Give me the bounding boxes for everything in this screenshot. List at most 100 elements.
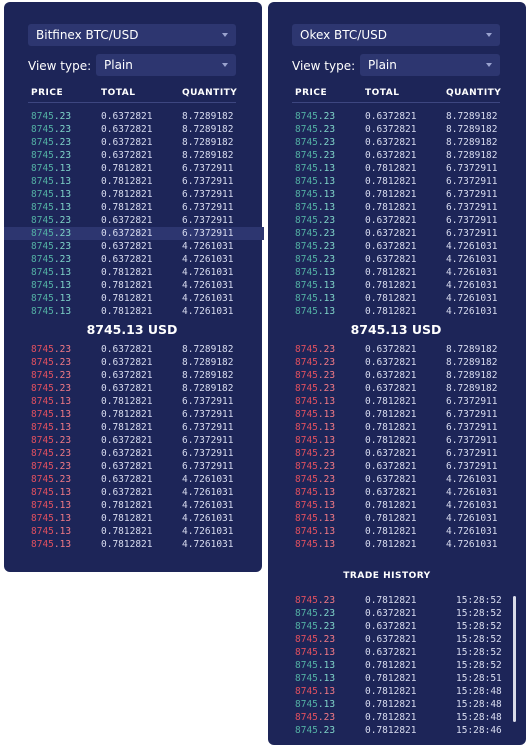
ask-row[interactable]: 8745.13 0.7812821 4.7261031	[292, 525, 500, 538]
price-cell: 8745.13	[295, 293, 336, 304]
bid-row[interactable]: 8745.13 0.7812821 6.7372911	[28, 162, 236, 175]
bid-row[interactable]: 8745.23 0.6372821 4.7261031	[28, 253, 236, 266]
view-type-select[interactable]: Plain	[360, 54, 500, 76]
trade-row[interactable]: 8745.13 0.6372821 15:28:52	[292, 646, 504, 659]
ask-row[interactable]: 8745.23 0.6372821 6.7372911	[292, 447, 500, 460]
bid-row[interactable]: 8745.23 0.6372821 4.7261031	[292, 240, 500, 253]
bid-row[interactable]: 8745.13 0.7812821 4.7261031	[28, 279, 236, 292]
ask-row[interactable]: 8745.13 0.7812821 4.7261031	[28, 512, 236, 525]
bid-row[interactable]: 8745.13 0.7812821 6.7372911	[292, 188, 500, 201]
ask-row[interactable]: 8745.23 0.6372821 6.7372911	[28, 460, 236, 473]
ask-row[interactable]: 8745.13 0.7812821 4.7261031	[28, 538, 236, 551]
trade-row[interactable]: 8745.23 0.7812821 15:28:46	[292, 724, 504, 737]
bid-row[interactable]: 8745.23 0.6372821 6.7372911	[4, 227, 264, 240]
total-cell: 0.6372821	[101, 254, 153, 265]
total-cell: 0.7812821	[365, 280, 417, 291]
total-cell: 0.7812821	[101, 280, 153, 291]
ask-row[interactable]: 8745.23 0.6372821 6.7372911	[292, 460, 500, 473]
bid-row[interactable]: 8745.13 0.7812821 6.7372911	[292, 175, 500, 188]
bid-row[interactable]: 8745.13 0.7812821 4.7261031	[28, 266, 236, 279]
ask-row[interactable]: 8745.23 0.6372821 8.7289182	[292, 356, 500, 369]
view-type-select[interactable]: Plain	[96, 54, 236, 76]
ask-row[interactable]: 8745.23 0.6372821 8.7289182	[28, 382, 236, 395]
ask-row[interactable]: 8745.13 0.7812821 4.7261031	[28, 525, 236, 538]
trade-row[interactable]: 8745.23 0.6372821 15:28:52	[292, 607, 504, 620]
quantity-cell: 6.7372911	[446, 396, 498, 407]
ask-row[interactable]: 8745.13 0.7812821 6.7372911	[28, 421, 236, 434]
bid-row[interactable]: 8745.23 0.6372821 8.7289182	[28, 136, 236, 149]
ask-row[interactable]: 8745.23 0.6372821 8.7289182	[28, 343, 236, 356]
bid-row[interactable]: 8745.23 0.6372821 8.7289182	[292, 123, 500, 136]
price-cell: 8745.13	[31, 267, 72, 278]
column-headers: PRICE TOTAL QUANTITY	[292, 88, 501, 103]
ask-row[interactable]: 8745.23 0.6372821 8.7289182	[28, 369, 236, 382]
bid-row[interactable]: 8745.13 0.7812821 4.7261031	[28, 292, 236, 305]
exchange-select[interactable]: Okex BTC/USD	[292, 24, 500, 46]
ask-row[interactable]: 8745.23 0.6372821 8.7289182	[292, 382, 500, 395]
quantity-cell: 8.7289182	[182, 370, 234, 381]
bid-row[interactable]: 8745.23 0.6372821 8.7289182	[28, 110, 236, 123]
bid-row[interactable]: 8745.13 0.7812821 4.7261031	[292, 292, 500, 305]
total-cell: 0.6372821	[101, 383, 153, 394]
quantity-cell: 4.7261031	[182, 500, 234, 511]
bid-row[interactable]: 8745.13 0.7812821 6.7372911	[28, 175, 236, 188]
ask-row[interactable]: 8745.23 0.6372821 4.7261031	[28, 473, 236, 486]
ask-row[interactable]: 8745.13 0.7812821 6.7372911	[292, 434, 500, 447]
chevron-down-icon	[486, 63, 492, 67]
total-cell: 0.6372821	[365, 137, 417, 148]
price-cell: 8745.23	[31, 344, 72, 355]
bid-row[interactable]: 8745.13 0.7812821 6.7372911	[292, 162, 500, 175]
bid-row[interactable]: 8745.23 0.6372821 8.7289182	[292, 149, 500, 162]
ask-row[interactable]: 8745.13 0.7812821 4.7261031	[292, 499, 500, 512]
ask-row[interactable]: 8745.13 0.7812821 6.7372911	[28, 408, 236, 421]
trade-row[interactable]: 8745.13 0.7812821 15:28:48	[292, 685, 504, 698]
trade-row[interactable]: 8745.13 0.7812821 15:28:51	[292, 672, 504, 685]
trade-history-list: 8745.23 0.7812821 15:28:52 8745.23 0.6372821…	[292, 594, 504, 737]
ask-row[interactable]: 8745.13 0.7812821 4.7261031	[28, 499, 236, 512]
bid-row[interactable]: 8745.13 0.7812821 4.7261031	[292, 279, 500, 292]
bid-row[interactable]: 8745.13 0.7812821 6.7372911	[28, 201, 236, 214]
ask-row[interactable]: 8745.23 0.6372821 8.7289182	[292, 343, 500, 356]
price-cell: 8745.13	[31, 539, 72, 550]
bid-row[interactable]: 8745.23 0.6372821 6.7372911	[292, 227, 500, 240]
bid-row[interactable]: 8745.13 0.7812821 6.7372911	[28, 188, 236, 201]
bid-row[interactable]: 8745.23 0.6372821 6.7372911	[28, 214, 236, 227]
quantity-cell: 6.7372911	[182, 461, 234, 472]
ask-row[interactable]: 8745.23 0.6372821 6.7372911	[28, 434, 236, 447]
exchange-select[interactable]: Bitfinex BTC/USD	[28, 24, 236, 46]
ask-row[interactable]: 8745.13 0.6372821 4.7261031	[292, 486, 500, 499]
ask-row[interactable]: 8745.13 0.7812821 6.7372911	[292, 408, 500, 421]
trade-row[interactable]: 8745.13 0.7812821 15:28:52	[292, 659, 504, 672]
bid-row[interactable]: 8745.13 0.7812821 4.7261031	[28, 305, 236, 318]
bid-row[interactable]: 8745.23 0.6372821 4.7261031	[28, 240, 236, 253]
ask-row[interactable]: 8745.13 0.7812821 4.7261031	[292, 512, 500, 525]
bid-row[interactable]: 8745.23 0.6372821 8.7289182	[28, 149, 236, 162]
ask-row[interactable]: 8745.23 0.6372821 6.7372911	[28, 447, 236, 460]
bid-row[interactable]: 8745.13 0.7812821 6.7372911	[292, 201, 500, 214]
price-cell: 8745.23	[295, 228, 336, 239]
trade-row[interactable]: 8745.23 0.6372821 15:28:52	[292, 620, 504, 633]
bid-row[interactable]: 8745.23 0.6372821 8.7289182	[28, 123, 236, 136]
bid-row[interactable]: 8745.13 0.7812821 4.7261031	[292, 266, 500, 279]
trade-history-scrollbar[interactable]	[513, 596, 516, 722]
price-cell: 8745.23	[31, 150, 72, 161]
trade-row[interactable]: 8745.13 0.7812821 15:28:48	[292, 698, 504, 711]
trade-history-panel: TRADE HISTORY 8745.23 0.7812821 15:28:52 87…	[268, 562, 526, 745]
ask-row[interactable]: 8745.13 0.7812821 6.7372911	[292, 421, 500, 434]
ask-row[interactable]: 8745.13 0.6372821 4.7261031	[28, 486, 236, 499]
ask-row[interactable]: 8745.13 0.7812821 4.7261031	[292, 538, 500, 551]
ask-row[interactable]: 8745.23 0.6372821 8.7289182	[28, 356, 236, 369]
bid-row[interactable]: 8745.23 0.6372821 8.7289182	[292, 110, 500, 123]
trade-row[interactable]: 8745.23 0.6372821 15:28:52	[292, 633, 504, 646]
ask-row[interactable]: 8745.23 0.6372821 4.7261031	[292, 473, 500, 486]
ask-row[interactable]: 8745.13 0.7812821 6.7372911	[28, 395, 236, 408]
trade-row[interactable]: 8745.23 0.7812821 15:28:48	[292, 711, 504, 724]
bid-row[interactable]: 8745.13 0.7812821 4.7261031	[292, 305, 500, 318]
bid-row[interactable]: 8745.23 0.6372821 8.7289182	[292, 136, 500, 149]
ask-row[interactable]: 8745.13 0.7812821 6.7372911	[292, 395, 500, 408]
bid-row[interactable]: 8745.23 0.6372821 6.7372911	[292, 214, 500, 227]
bid-row[interactable]: 8745.23 0.6372821 4.7261031	[292, 253, 500, 266]
chevron-down-icon	[222, 63, 228, 67]
ask-row[interactable]: 8745.23 0.6372821 8.7289182	[292, 369, 500, 382]
trade-row[interactable]: 8745.23 0.7812821 15:28:52	[292, 594, 504, 607]
